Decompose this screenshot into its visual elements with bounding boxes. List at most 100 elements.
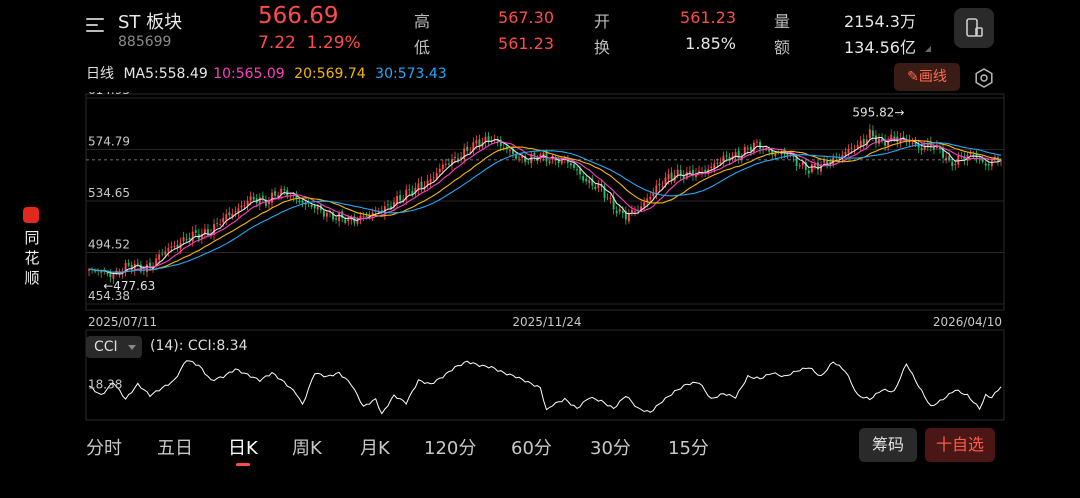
- cci-value: CCI:8.34: [187, 338, 248, 354]
- low-value: 561.23: [498, 34, 554, 53]
- amount-label: 额: [774, 38, 791, 57]
- candle-body: [661, 186, 664, 188]
- price-change: 7.22 1.29%: [258, 33, 361, 53]
- candle-body: [454, 156, 456, 158]
- candle-body: [618, 209, 621, 212]
- candle-body: [911, 143, 914, 144]
- tab-0[interactable]: 分时: [86, 434, 122, 460]
- draw-line-button[interactable]: ✎画线: [894, 63, 960, 91]
- candle-body: [338, 212, 341, 222]
- low-label: 低: [414, 38, 431, 57]
- candle-body: [868, 129, 871, 139]
- tab-5[interactable]: 120分: [424, 434, 476, 460]
- tab-1[interactable]: 五日: [157, 434, 193, 460]
- candle-body: [667, 174, 670, 180]
- tab-3[interactable]: 周K: [292, 434, 322, 460]
- candle-body: [807, 170, 810, 174]
- candle-body: [219, 224, 222, 225]
- settings-gear-button[interactable]: [972, 66, 996, 90]
- y-tick-label: 614.93: [88, 92, 130, 97]
- candle-body: [249, 196, 252, 201]
- candle-body: [170, 246, 173, 248]
- candle-body: [990, 160, 993, 167]
- x-tick-label: 2025/07/11: [88, 315, 157, 329]
- candle-body: [569, 163, 572, 166]
- cci-line: [88, 360, 1002, 415]
- candle-body: [594, 186, 597, 189]
- candle-body: [335, 218, 338, 220]
- candle-body: [801, 162, 804, 166]
- candle-body: [759, 142, 761, 149]
- indicator-name: CCI: [94, 339, 118, 355]
- candle-body: [222, 217, 225, 223]
- candle-body: [630, 209, 633, 213]
- candle-body: [856, 145, 859, 148]
- candle-body: [408, 189, 411, 191]
- tab-6[interactable]: 60分: [511, 434, 552, 460]
- candle-body: [722, 155, 725, 162]
- turnover-label: 换: [594, 38, 611, 57]
- candle-body: [609, 198, 612, 199]
- candle-body: [261, 195, 264, 198]
- candle-body: [466, 146, 469, 151]
- ma30-label: 30:573.43: [375, 66, 447, 82]
- candle-body: [752, 142, 755, 153]
- candle-body: [987, 164, 990, 166]
- candle-body: [426, 180, 429, 185]
- candle-body: [475, 140, 478, 144]
- candle-body: [271, 192, 273, 203]
- candle-body: [749, 146, 752, 151]
- x-axis-ticks: 2025/07/11 2025/11/24 2026/04/10: [88, 315, 1002, 329]
- candle-body: [243, 205, 246, 207]
- candle-body: [176, 244, 179, 248]
- candle-body: [322, 210, 325, 217]
- ma10-label: 10:565.09: [213, 66, 285, 82]
- x-tick-label: 2025/11/24: [512, 315, 581, 329]
- candle-body: [188, 237, 191, 240]
- candle-body: [798, 165, 801, 167]
- add-favorite-button[interactable]: 十自选: [925, 428, 995, 462]
- candle-body: [508, 150, 511, 152]
- candle-body: [432, 177, 435, 179]
- candle-body: [634, 210, 636, 212]
- y-tick-label: 494.52: [88, 237, 130, 251]
- candle-body: [164, 251, 167, 255]
- candle-body: [664, 177, 667, 185]
- chip-distribution-button[interactable]: 筹码: [859, 428, 917, 462]
- candle-body: [954, 164, 957, 166]
- candle-body: [676, 169, 679, 175]
- candle-body: [621, 210, 624, 214]
- stock-name: ST 板块: [118, 12, 183, 33]
- indicator-selector[interactable]: CCI: [86, 336, 142, 358]
- candle-body: [789, 154, 792, 156]
- volume-label: 量: [774, 12, 791, 31]
- cci-tick-label: 18.38: [88, 377, 122, 391]
- candle-body: [161, 253, 164, 255]
- candle-body: [850, 147, 853, 149]
- candle-body: [173, 245, 176, 248]
- candle-body: [548, 161, 551, 164]
- candle-body: [274, 191, 277, 196]
- candle-body: [225, 214, 228, 220]
- low-annotation: ←477.63: [103, 279, 155, 293]
- gear-icon: [975, 68, 993, 88]
- candle-body: [948, 156, 951, 161]
- cci-params: (14): [150, 338, 179, 354]
- candle-body: [826, 160, 829, 164]
- tab-8[interactable]: 15分: [668, 434, 709, 460]
- ma-legend: 日线 MA5:558.49 10:565.09 20:569.74 30:573…: [86, 63, 452, 83]
- candle-body: [813, 164, 816, 166]
- turnover-value: 1.85%: [685, 34, 736, 53]
- menu-icon[interactable]: [86, 16, 106, 34]
- tab-7[interactable]: 30分: [590, 434, 631, 460]
- candle-body: [984, 163, 987, 166]
- candle-body: [228, 212, 231, 215]
- tab-2[interactable]: 日K: [228, 434, 258, 460]
- candle-body: [182, 237, 185, 242]
- tab-4[interactable]: 月K: [360, 434, 390, 460]
- candle-body: [438, 168, 441, 173]
- phone-layout-button[interactable]: [954, 8, 994, 48]
- kline-chart[interactable]: 614.93574.79534.65494.52454.38 2025/07/1…: [0, 92, 1080, 422]
- ma5-label: MA5:558.49: [123, 66, 208, 82]
- ma20-label: 20:569.74: [294, 66, 366, 82]
